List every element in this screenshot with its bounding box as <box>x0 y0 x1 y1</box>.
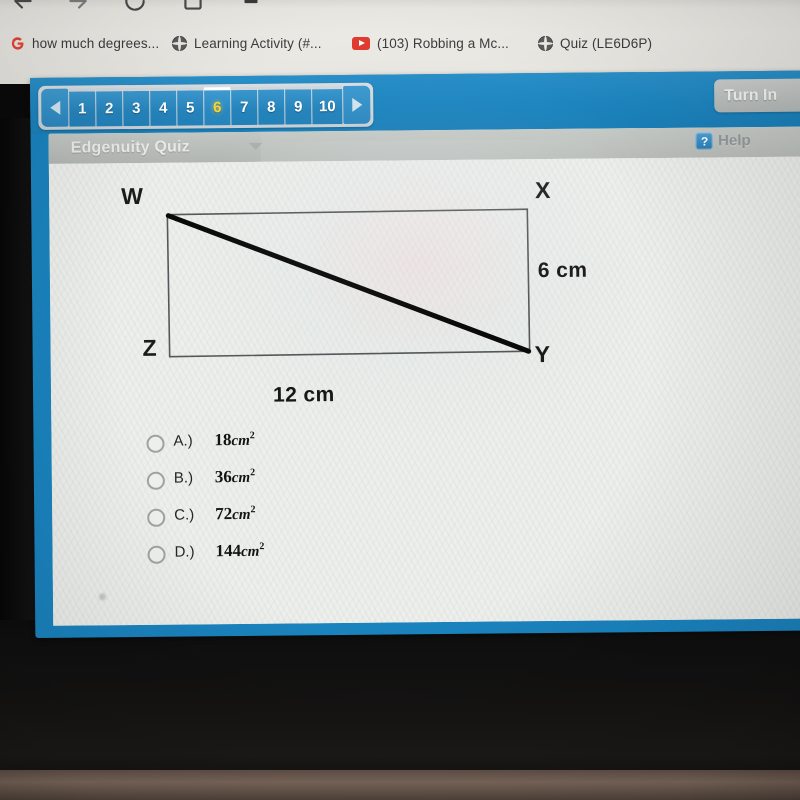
youtube-icon <box>352 36 370 50</box>
answer-exponent-d: 2 <box>259 541 265 553</box>
question-mark-icon: ? <box>696 132 714 150</box>
globe-icon <box>172 35 187 51</box>
answer-letter-d: D.) <box>174 543 195 561</box>
radio-button-b[interactable] <box>146 471 165 490</box>
pager-page-5[interactable]: 5 <box>177 87 204 126</box>
bookmark-item[interactable]: Learning Activity (#... <box>172 30 322 56</box>
rectangle-diagram-svg <box>165 208 532 358</box>
pager-page-6-current[interactable]: 6 <box>204 87 231 126</box>
answer-letter-c: C.) <box>174 506 195 524</box>
help-button[interactable]: ? Help <box>696 132 751 150</box>
pager-page-3[interactable]: 3 <box>123 87 150 127</box>
answer-value-d: 144cm2 <box>215 541 264 561</box>
answer-value-b: 36cm2 <box>215 467 256 487</box>
answer-option-b[interactable]: B.) 36cm2 <box>146 464 567 505</box>
pager-page-10[interactable]: 10 <box>312 86 343 125</box>
answer-exponent-a: 2 <box>249 430 255 442</box>
forward-arrow-icon[interactable] <box>65 0 91 14</box>
answer-option-c[interactable]: C.) 72cm2 <box>147 501 567 542</box>
bookmarks-bar: how much degrees... Learning Activity (#… <box>0 30 800 64</box>
bookmark-label: Quiz (LE6D6P) <box>560 35 653 51</box>
answer-unit-b: cm <box>231 469 251 487</box>
reload-icon[interactable] <box>122 0 148 14</box>
chevron-right-icon <box>351 97 362 112</box>
google-g-icon <box>10 36 25 51</box>
bookmark-label: how much degrees... <box>32 35 160 51</box>
quiz-content-card: Edgenuity Quiz ? Help W X Y Z 6 cm 12 cm… <box>48 126 800 626</box>
pager-page-9[interactable]: 9 <box>285 86 312 125</box>
answer-option-a[interactable]: A.) 18cm2 <box>146 427 566 468</box>
vertex-label-x: X <box>534 177 551 204</box>
chevron-left-icon <box>49 100 60 115</box>
answer-exponent-c: 2 <box>250 504 256 516</box>
globe-icon <box>538 35 553 51</box>
pager-page-1[interactable]: 1 <box>69 88 96 127</box>
radio-button-c[interactable] <box>147 508 166 527</box>
quiz-app-frame: 1 2 3 4 5 6 7 8 9 10 Turn In Edgenuity Q… <box>30 70 800 638</box>
answer-letter-a: A.) <box>173 432 193 450</box>
answer-number-d: 144 <box>215 540 242 561</box>
pager-next-button[interactable] <box>343 85 371 124</box>
answer-option-d[interactable]: D.) 144cm2 <box>147 538 567 579</box>
vertex-label-w: W <box>121 182 143 210</box>
answer-number-c: 72 <box>215 504 233 524</box>
bookmark-item[interactable]: Quiz (LE6D6P) <box>538 30 652 56</box>
answer-options-list: A.) 18cm2 B.) 36cm2 C.) 72cm2 D.) 144cm2 <box>146 427 567 579</box>
desk-surface <box>0 770 800 800</box>
vertex-label-y: Y <box>534 341 551 368</box>
screen-dust-speck <box>98 593 107 601</box>
bookmark-item[interactable]: (103) Robbing a Mc... <box>352 30 509 56</box>
pager-page-4[interactable]: 4 <box>150 87 177 126</box>
pager-page-2[interactable]: 2 <box>96 88 123 127</box>
answer-number-b: 36 <box>214 467 232 487</box>
pager-page-7[interactable]: 7 <box>231 86 258 126</box>
quiz-top-bar: 1 2 3 4 5 6 7 8 9 10 Turn In <box>30 70 800 134</box>
answer-letter-b: B.) <box>173 469 194 487</box>
answer-value-c: 72cm2 <box>215 504 256 524</box>
answer-exponent-b: 2 <box>250 467 256 479</box>
radio-button-d[interactable] <box>147 545 166 564</box>
omnibox-text[interactable] <box>250 0 670 10</box>
help-label: Help <box>718 132 751 150</box>
chevron-down-icon[interactable] <box>248 142 263 150</box>
pager-page-8[interactable]: 8 <box>258 86 285 125</box>
bookmark-label: Learning Activity (#... <box>194 35 322 51</box>
answer-value-a: 18cm2 <box>214 430 255 450</box>
height-dimension-label: 6 cm <box>537 258 588 283</box>
answer-unit-c: cm <box>232 506 251 524</box>
vertex-label-z: Z <box>142 334 157 361</box>
turn-in-button[interactable]: Turn In <box>714 78 800 113</box>
screenshot-root: how much degrees... Learning Activity (#… <box>0 0 800 800</box>
quiz-title-tab[interactable]: Edgenuity Quiz <box>48 131 261 164</box>
home-icon[interactable] <box>180 0 206 14</box>
geometry-figure: W X Y Z 6 cm 12 cm <box>49 157 800 434</box>
diagonal-line-wy <box>165 213 532 354</box>
back-arrow-icon[interactable] <box>10 0 36 14</box>
quiz-question-body: W X Y Z 6 cm 12 cm A.) 18cm2 B.) 36cm2 C… <box>48 138 800 626</box>
answer-unit-d: cm <box>240 543 260 560</box>
answer-number-a: 18 <box>214 430 232 450</box>
radio-button-a[interactable] <box>146 434 165 453</box>
question-pager: 1 2 3 4 5 6 7 8 9 10 <box>38 82 374 130</box>
bookmark-item[interactable]: how much degrees... <box>10 30 159 56</box>
width-dimension-label: 12 cm <box>272 383 335 407</box>
pager-prev-button[interactable] <box>41 88 69 127</box>
bookmark-label: (103) Robbing a Mc... <box>377 35 509 51</box>
answer-unit-a: cm <box>231 432 250 450</box>
